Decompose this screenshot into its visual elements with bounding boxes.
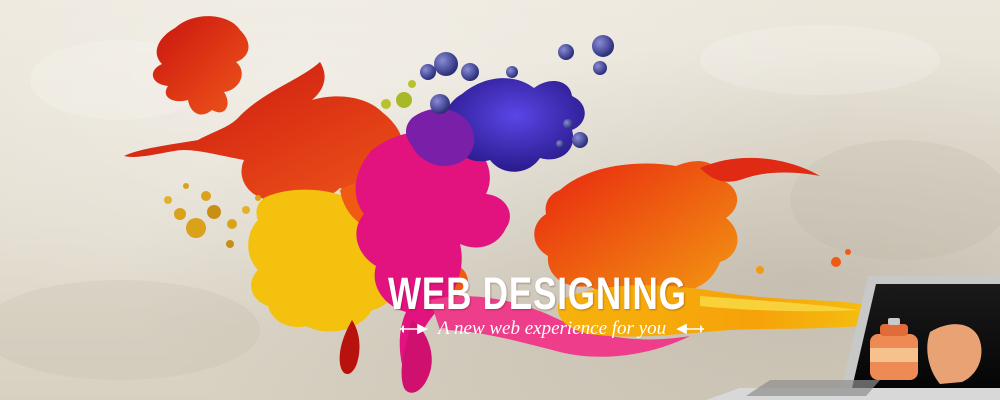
hero-banner: WEB DESIGNING A new web experience for y…	[0, 0, 1000, 400]
headline: WEB DESIGNING	[388, 268, 687, 319]
spray-can-nozzle	[888, 318, 900, 325]
paint-splash-illustration	[0, 16, 1000, 400]
green-droplets	[381, 80, 416, 109]
spray-can-cap	[880, 324, 908, 336]
laptop-keyboard	[746, 380, 880, 396]
spray-can-band	[870, 348, 918, 362]
right-ornament-icon	[676, 323, 705, 335]
left-ornament-icon	[400, 323, 428, 335]
orange-droplets	[756, 249, 851, 274]
tagline-row: A new web experience for you	[398, 318, 706, 340]
tagline: A new web experience for you	[438, 318, 667, 339]
gold-droplets	[164, 183, 261, 248]
